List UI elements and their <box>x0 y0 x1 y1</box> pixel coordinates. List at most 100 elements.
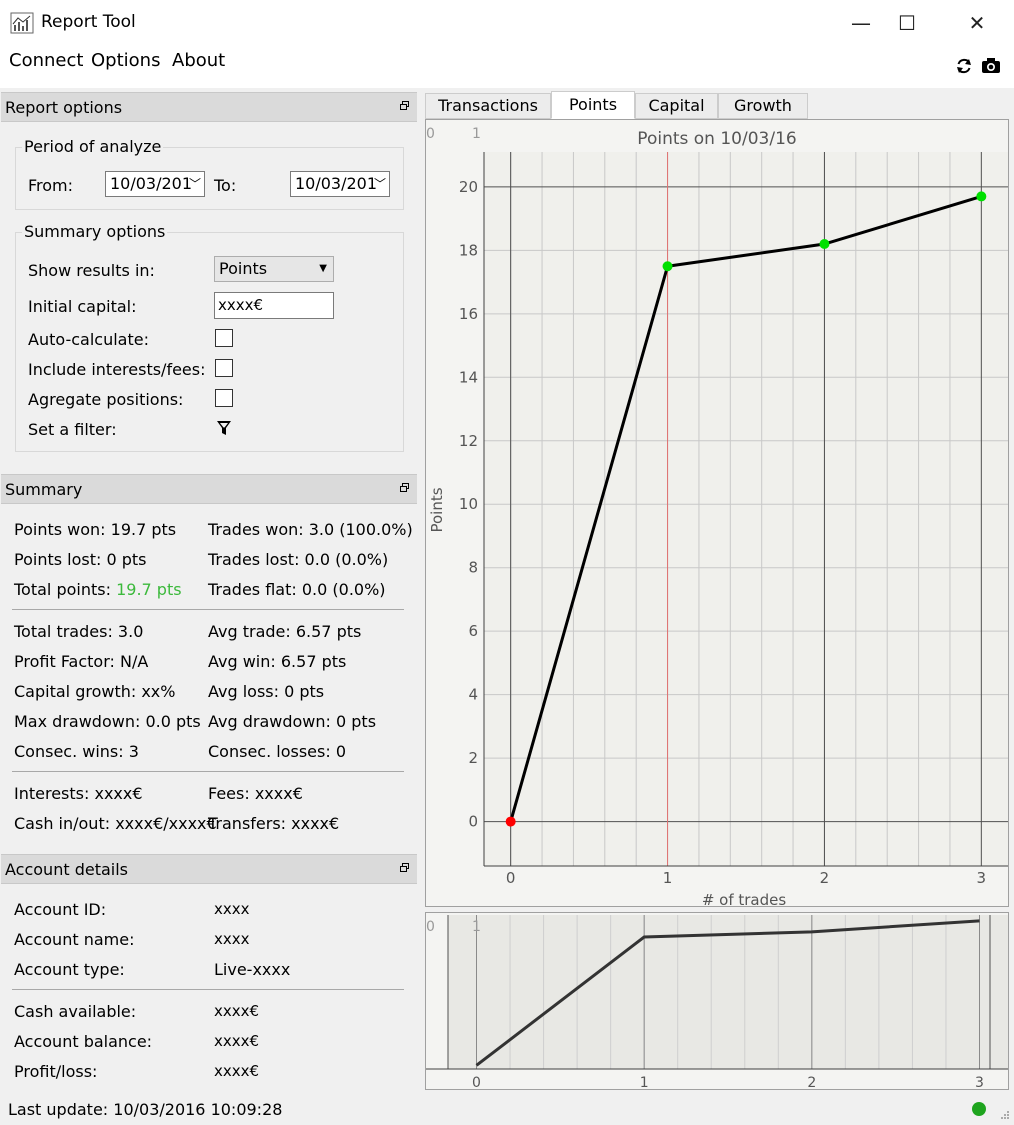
tab-capital[interactable]: Capital <box>635 93 718 119</box>
x-tick-label: 1 <box>663 869 673 887</box>
avg-drawdown: Avg drawdown: 0 pts <box>208 712 377 731</box>
aggregate-positions-label: Agregate positions: <box>28 390 184 409</box>
include-interests-checkbox[interactable] <box>215 359 233 377</box>
consec-losses: Consec. losses: 0 <box>208 742 346 761</box>
overview-chart[interactable]: 0 1 2 3 0 1 <box>426 913 1008 1091</box>
total-points-value: 19.7 pts <box>116 580 182 599</box>
chevron-down-icon: ﹀ <box>373 177 386 191</box>
report-options-header: Report options <box>1 92 417 122</box>
filter-icon[interactable] <box>216 420 232 437</box>
tab-points[interactable]: Points <box>551 91 635 119</box>
to-date-field[interactable]: 10/03/201 ﹀ <box>290 171 390 197</box>
cash-in-out: Cash in/out: xxxx€/xxxx€ <box>14 814 217 833</box>
data-point <box>505 816 516 827</box>
y-tick-label: 12 <box>459 432 478 450</box>
y-tick-label: 18 <box>459 241 478 259</box>
points-lost: Points lost: 0 pts <box>14 550 147 569</box>
auto-calculate-checkbox[interactable] <box>215 329 233 347</box>
summary-title: Summary <box>5 480 83 499</box>
points-chart[interactable]: 024681012141618200 1 2 3Points on 10/03/16#… <box>426 120 1008 909</box>
y-tick-label: 10 <box>459 495 478 513</box>
to-date-value: 10/03/201 <box>295 174 378 193</box>
menu-options[interactable]: Options <box>91 50 160 71</box>
data-point <box>819 239 830 250</box>
undock-icon[interactable] <box>400 101 409 110</box>
points-won: Points won: 19.7 pts <box>14 520 177 539</box>
y-tick-label: 6 <box>468 622 478 640</box>
minimize-button[interactable]: — <box>838 0 884 46</box>
window-title: Report Tool <box>41 12 136 32</box>
y-tick-label: 16 <box>459 305 478 323</box>
overview-corner-label: 1 <box>472 919 481 935</box>
account-balance-value: xxxx€ <box>214 1032 260 1050</box>
show-results-dropdown[interactable]: Points ▼ <box>214 256 334 282</box>
trades-lost: Trades lost: 0.0 (0.0%) <box>208 550 389 569</box>
summary-divider <box>12 771 404 772</box>
to-label: To: <box>214 176 237 195</box>
account-name-label: Account name: <box>14 930 135 949</box>
undock-icon[interactable] <box>400 863 409 872</box>
auto-calculate-label: Auto-calculate: <box>28 330 149 349</box>
data-point <box>976 191 987 202</box>
show-results-label: Show results in: <box>28 261 155 280</box>
overview-corner-label: 0 <box>426 919 435 935</box>
summary-divider <box>12 609 404 610</box>
interests: Interests: xxxx€ <box>14 784 143 803</box>
refresh-icon[interactable] <box>954 56 974 76</box>
initial-capital-input[interactable]: xxxx€ <box>214 292 334 319</box>
total-trades: Total trades: 3.0 <box>14 622 144 641</box>
close-button[interactable]: ✕ <box>954 0 1000 46</box>
cash-available-label: Cash available: <box>14 1002 137 1021</box>
y-tick-label: 20 <box>459 178 478 196</box>
tab-transactions[interactable]: Transactions <box>425 93 551 119</box>
menu-connect[interactable]: Connect <box>9 50 83 71</box>
from-date-field[interactable]: 10/03/201 ﹀ <box>105 171 205 197</box>
total-points-label: Total points: <box>14 580 117 599</box>
menu-about[interactable]: About <box>172 50 225 71</box>
overview-x-tick-label: 0 <box>472 1075 481 1089</box>
cash-available-value: xxxx€ <box>214 1002 260 1020</box>
account-divider <box>12 989 404 990</box>
chevron-down-icon: ﹀ <box>188 177 201 191</box>
transfers: Transfers: xxxx€ <box>208 814 340 833</box>
avg-trade: Avg trade: 6.57 pts <box>208 622 362 641</box>
app-chart-icon <box>10 12 34 34</box>
account-id-value: xxxx <box>214 900 250 918</box>
corner-label: 1 <box>472 126 481 142</box>
report-options-title: Report options <box>5 98 123 117</box>
overview-x-tick-label: 1 <box>640 1075 649 1089</box>
y-tick-label: 8 <box>468 559 478 577</box>
x-tick-label: 3 <box>977 869 987 887</box>
profit-loss-value: xxxx€ <box>214 1062 260 1080</box>
summary-header: Summary <box>1 474 417 504</box>
x-tick-label: 2 <box>820 869 830 887</box>
tab-growth[interactable]: Growth <box>718 93 808 119</box>
data-point <box>662 261 673 272</box>
from-date-value: 10/03/201 <box>110 174 193 193</box>
consec-wins: Consec. wins: 3 <box>14 742 139 761</box>
resize-grip-icon[interactable] <box>1000 1110 1010 1120</box>
y-tick-label: 14 <box>459 368 478 386</box>
account-details-header: Account details <box>1 854 417 884</box>
account-type-label: Account type: <box>14 960 125 979</box>
plot-area <box>484 152 1008 866</box>
summary-options-title: Summary options <box>22 222 168 241</box>
account-name-value: xxxx <box>214 930 250 948</box>
undock-icon[interactable] <box>400 483 409 492</box>
profit-factor: Profit Factor: N/A <box>14 652 149 671</box>
show-results-value: Points <box>219 259 268 278</box>
capital-growth: Capital growth: xx% <box>14 682 176 701</box>
maximize-button[interactable]: ☐ <box>884 0 930 46</box>
y-tick-label: 4 <box>468 686 478 704</box>
overview-x-tick-label: 3 <box>975 1075 984 1089</box>
overview-plot-area <box>448 915 1008 1069</box>
account-balance-label: Account balance: <box>14 1032 153 1051</box>
y-axis-label: Points <box>428 487 446 532</box>
connection-status-indicator <box>972 1102 986 1116</box>
include-interests-label: Include interests/fees: <box>28 360 206 379</box>
aggregate-positions-checkbox[interactable] <box>215 389 233 407</box>
chart-title: Points on 10/03/16 <box>637 129 796 149</box>
trades-flat: Trades flat: 0.0 (0.0%) <box>208 580 386 599</box>
period-group-title: Period of analyze <box>22 137 164 156</box>
camera-icon[interactable] <box>981 56 1001 76</box>
